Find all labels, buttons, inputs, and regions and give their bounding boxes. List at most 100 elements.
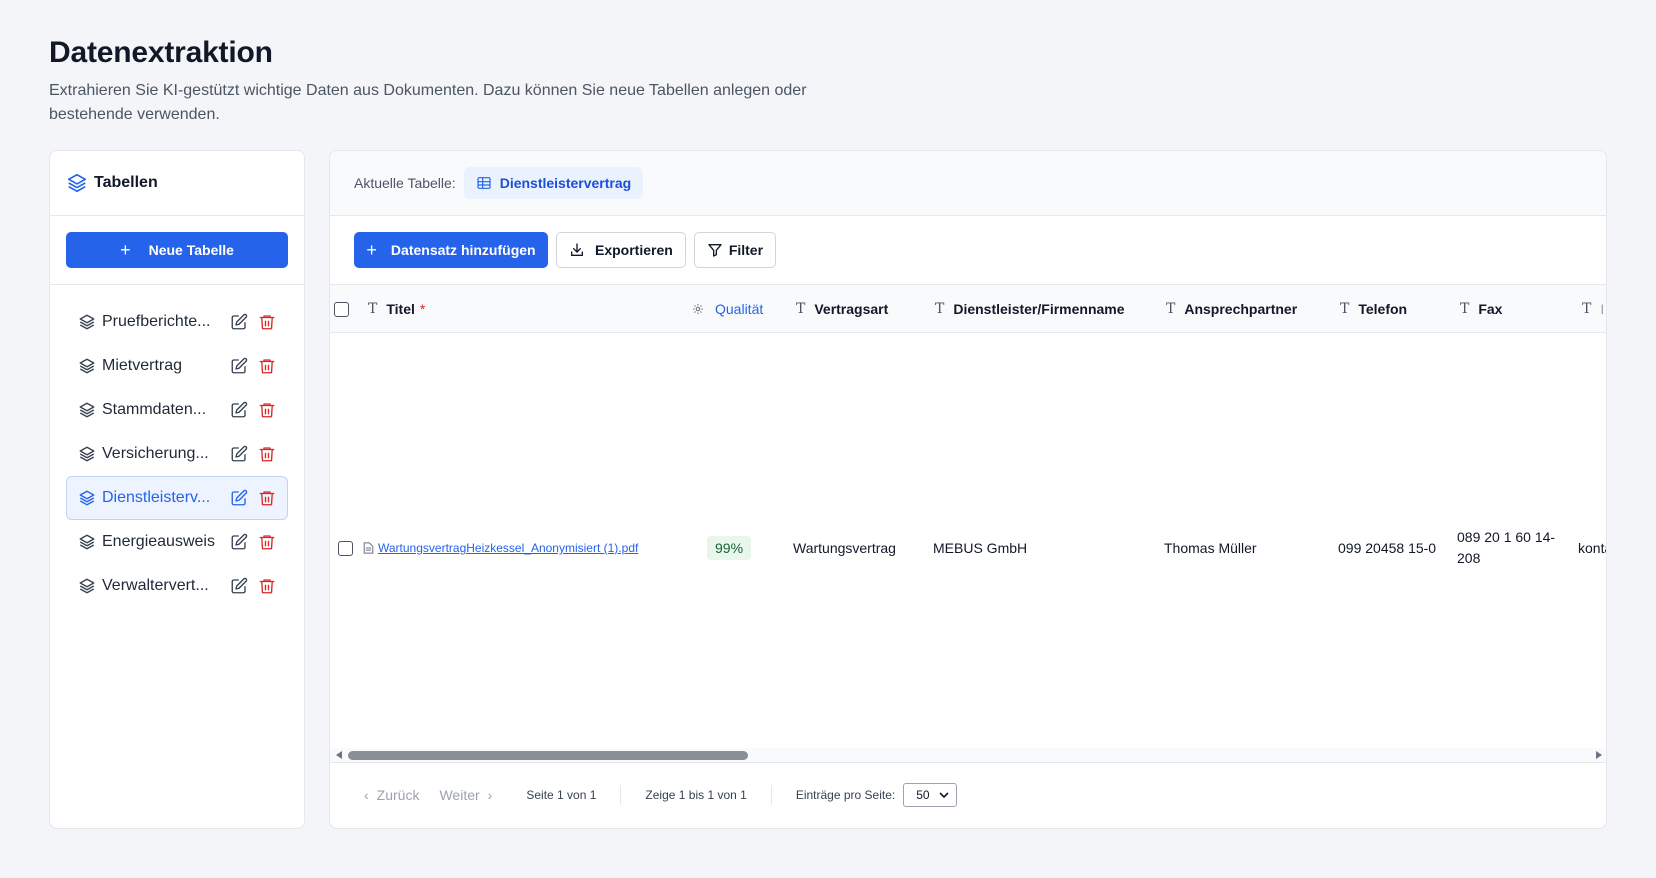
add-record-button[interactable]: + Datensatz hinzufügen [354,232,548,268]
sidebar-item-label: Mietvertrag [102,357,183,374]
quality-badge: 99% [707,536,752,560]
sidebar-item-mietvertrag[interactable]: Mietvertrag [66,344,288,388]
column-header-qualitaet[interactable]: Qualität [692,285,763,333]
page-title: Datenextraktion [49,36,273,69]
column-label: I [1600,301,1605,317]
select-all-checkbox[interactable] [334,301,349,317]
document-link[interactable]: WartungsvertragHeizkessel_Anonymisiert (… [378,541,638,555]
add-record-label: Datensatz hinzufügen [390,242,536,258]
column-label: Ansprechpartner [1184,301,1298,317]
sidebar-item-verwaltervertrag[interactable]: Verwaltervert... [66,564,288,608]
edit-icon[interactable] [230,401,248,419]
divider [770,785,772,805]
new-table-label: Neue Tabelle [148,242,234,258]
range-info: Zeige 1 bis 1 von 1 [645,788,747,802]
edit-icon[interactable] [230,357,248,375]
text-type-icon: T [1166,301,1176,317]
edit-icon[interactable] [230,577,248,595]
sidebar-item-label: Stammdaten... [102,401,207,418]
cell-vertragsart: Wartungsvertrag [793,540,896,556]
per-page-value: 50 [916,788,930,802]
table-header: T Titel * Qualität T Vertragsart T Diens… [330,285,1606,333]
column-header-titel[interactable]: T Titel * [368,285,425,333]
export-label: Exportieren [595,242,673,258]
layers-icon [79,446,95,462]
column-header-ansprechpartner[interactable]: T Ansprechpartner [1166,285,1297,333]
fax-line-2: 208 [1457,550,1481,566]
file-icon [363,542,374,554]
column-header-telefon[interactable]: T Telefon [1340,285,1407,333]
divider [620,785,622,805]
sidebar-item-label: Pruefberichte... [102,313,211,330]
current-table-label: Aktuelle Tabelle: [354,175,456,191]
trash-icon[interactable] [258,401,276,419]
layers-icon [67,173,87,193]
scroll-left-arrow[interactable] [336,751,342,759]
fax-line-1: 089 20 1 60 14- [1457,529,1556,545]
sidebar-item-dienstleistervertrag[interactable]: Dienstleisterv... [66,476,288,520]
column-header-next[interactable]: T I [1582,285,1604,333]
table-row[interactable]: WartungsvertragHeizkessel_Anonymisiert (… [330,333,1606,762]
cell-ansprechpartner: Thomas Müller [1164,540,1257,556]
sidebar-item-stammdaten[interactable]: Stammdaten... [66,388,288,432]
plus-icon: + [366,240,377,260]
row-checkbox[interactable] [338,540,353,556]
next-page-label: Weiter [439,787,480,803]
trash-icon[interactable] [258,577,276,595]
sidebar-item-versicherung[interactable]: Versicherung... [66,432,288,476]
current-table-name: Dienstleistervertrag [499,175,632,191]
column-label: Dienstleister/Firmenname [953,301,1125,317]
column-label: Fax [1478,301,1503,317]
required-marker: * [419,301,426,317]
trash-icon[interactable] [258,533,276,551]
filter-label: Filter [728,242,764,258]
text-type-icon: T [1582,301,1592,317]
sidebar-item-label: Verwaltervert... [102,577,209,594]
column-header-vertragsart[interactable]: T Vertragsart [796,285,888,333]
filter-button[interactable]: Filter [693,232,777,268]
download-icon [571,243,583,256]
edit-icon[interactable] [230,445,248,463]
page-description: Extrahieren Sie KI-gestützt wichtige Dat… [49,82,807,123]
column-label: Qualität [715,301,764,317]
current-table-chip: Dienstleistervertrag [463,167,644,199]
page-info: Seite 1 von 1 [526,788,597,802]
cell-titel: WartungsvertragHeizkessel_Anonymisiert (… [363,333,638,762]
cell-next: konta [1578,540,1606,556]
plus-icon: + [120,240,131,260]
sidebar-item-pruefberichte[interactable]: Pruefberichte... [66,300,288,344]
per-page-select[interactable]: 50 [903,783,958,807]
column-label: Titel [386,301,415,317]
column-header-fax[interactable]: T Fax [1460,285,1502,333]
sidebar-item-label: Energieausweis [102,533,215,550]
prev-page-button[interactable]: ‹ Zurück [364,787,419,803]
new-table-button[interactable]: + Neue Tabelle [66,232,288,268]
trash-icon[interactable] [258,489,276,507]
edit-icon[interactable] [230,313,248,331]
text-type-icon: T [1460,301,1470,317]
prev-page-label: Zurück [376,787,420,803]
chevron-down-icon [939,792,949,799]
text-type-icon: T [935,301,945,317]
text-type-icon: T [1340,301,1350,317]
edit-icon[interactable] [230,533,248,551]
edit-icon[interactable] [230,489,248,507]
column-header-dienstleister[interactable]: T Dienstleister/Firmenname [935,285,1125,333]
next-page-button[interactable]: Weiter › [439,787,492,803]
horizontal-scrollbar[interactable] [330,748,1606,762]
trash-icon[interactable] [258,357,276,375]
per-page-label: Einträge pro Seite: [795,788,896,802]
sidebar-item-energieausweis[interactable]: Energieausweis [66,520,288,564]
column-label: Telefon [1358,301,1408,317]
text-type-icon: T [368,301,378,317]
layers-icon [79,534,95,550]
trash-icon[interactable] [258,313,276,331]
scroll-right-arrow[interactable] [1596,751,1602,759]
scrollbar-thumb[interactable] [348,751,748,760]
table-list: Pruefberichte... Mietvertrag Stammdaten.… [50,285,304,608]
export-button[interactable]: Exportieren [556,232,686,268]
layers-icon [79,402,95,418]
trash-icon[interactable] [258,445,276,463]
cell-dienstleister: MEBUS GmbH [933,540,1028,556]
table-toolbar: + Datensatz hinzufügen Exportieren Filte… [330,216,1606,285]
